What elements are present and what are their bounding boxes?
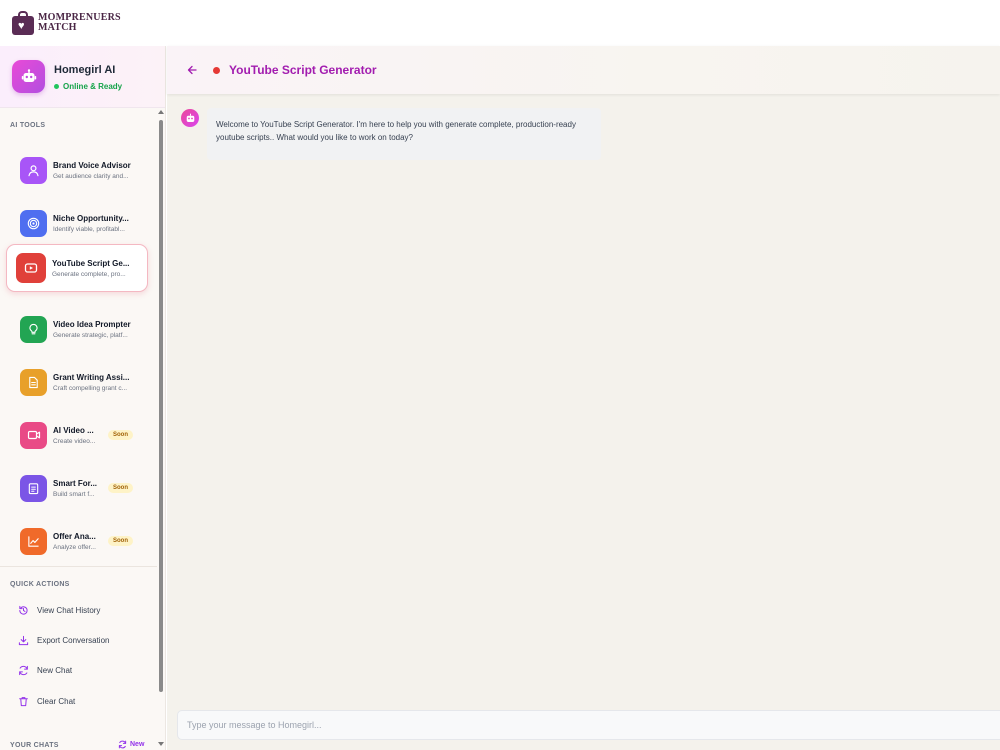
assistant-status: Online & Ready [54, 82, 122, 91]
quick-action-label: New Chat [37, 666, 73, 675]
quick-action-label: Clear Chat [37, 697, 76, 706]
sidebar-tool-item[interactable]: Smart For... Build smart f... Soon [8, 465, 147, 511]
new-chat-link[interactable]: New [118, 740, 144, 749]
quick-action-label: Export Conversation [37, 636, 110, 645]
robot-icon [12, 60, 45, 93]
top-bar: ♥ MOMPRENUERS MATCH [0, 0, 1000, 46]
message-input[interactable] [178, 711, 1000, 739]
tool-text: AI Video ... Create video... [53, 426, 108, 445]
video-icon [20, 421, 47, 449]
soon-badge: Soon [108, 483, 133, 493]
chat-header: YouTube Script Generator [167, 46, 1000, 94]
message-composer [177, 710, 1000, 740]
tool-description: Build smart f... [53, 490, 95, 498]
assistant-header: Homegirl AI Online & Ready [0, 46, 165, 108]
bot-avatar-icon [181, 109, 199, 127]
brand-logo[interactable]: ♥ MOMPRENUERS MATCH [12, 11, 121, 35]
sidebar: Homegirl AI Online & Ready AI TOOLS Bran… [0, 46, 166, 750]
quick-action-label: View Chat History [37, 606, 101, 615]
ai-tools-label: AI TOOLS [10, 122, 46, 129]
tool-title: YouTube Script Ge... [52, 258, 130, 268]
tool-text: Offer Ana... Analyze offer... [53, 532, 108, 551]
scrollbar-thumb[interactable] [159, 120, 163, 692]
scroll-down-icon[interactable] [158, 742, 164, 746]
sidebar-tool-item[interactable]: Niche Opportunity... Identify viable, pro… [8, 200, 147, 246]
tool-description: Craft compelling grant c... [53, 384, 128, 392]
lightbulb-icon [20, 315, 47, 343]
briefcase-heart-icon: ♥ [12, 11, 34, 35]
tool-description: Identify viable, profitabl... [53, 225, 125, 233]
refresh-icon [118, 740, 127, 749]
refresh-icon [18, 665, 29, 676]
assistant-name: Homegirl AI [54, 64, 116, 76]
tool-title: Smart For... [53, 478, 98, 488]
soon-badge: Soon [108, 536, 133, 546]
new-chat-button[interactable]: New Chat [18, 665, 72, 676]
assistant-message: Welcome to YouTube Script Generator. I'm… [207, 108, 601, 160]
scroll-up-icon[interactable] [158, 110, 164, 114]
history-icon [18, 605, 29, 616]
status-dot-icon [213, 66, 220, 74]
tool-text: Grant Writing Assi... Craft compelling gr… [53, 373, 147, 392]
chart-icon [20, 527, 47, 555]
user-icon [20, 156, 47, 184]
brand-name-line2: MATCH [38, 22, 77, 33]
tool-text: Video Idea Prompter Generate strategic, p… [53, 320, 147, 339]
trash-icon [18, 696, 29, 707]
brand-name: MOMPRENUERS MATCH [38, 13, 121, 33]
divider [0, 566, 157, 567]
tool-description: Get audience clarity and... [53, 172, 129, 180]
assistant-status-text: Online & Ready [63, 82, 123, 91]
tool-title: AI Video ... [53, 425, 94, 435]
tool-text: YouTube Script Ge... Generate complete, p… [52, 259, 147, 278]
tool-description: Analyze offer... [53, 543, 96, 551]
tool-description: Create video... [53, 437, 96, 445]
youtube-icon [16, 253, 46, 283]
document-icon [20, 368, 47, 396]
tool-text: Smart For... Build smart f... [53, 479, 108, 498]
new-chat-label: New [130, 741, 145, 748]
target-icon [20, 209, 47, 237]
chat-panel: YouTube Script Generator Welcome to YouT… [167, 46, 1000, 750]
online-dot-icon [54, 84, 59, 89]
tool-title: Video Idea Prompter [53, 319, 131, 329]
sidebar-tool-item[interactable]: Offer Ana... Analyze offer... Soon [8, 518, 147, 564]
tool-text: Niche Opportunity... Identify viable, pro… [53, 214, 147, 233]
tool-title: Niche Opportunity... [53, 213, 129, 223]
view-chat-history-button[interactable]: View Chat History [18, 605, 100, 616]
tool-title: Offer Ana... [53, 531, 96, 541]
sidebar-tool-item[interactable]: YouTube Script Ge... Generate complete, p… [6, 244, 148, 292]
tool-description: Generate complete, pro... [52, 270, 126, 278]
tool-description: Generate strategic, platf... [53, 331, 128, 339]
sidebar-scrollbar[interactable] [157, 108, 165, 750]
back-button[interactable] [185, 63, 199, 77]
clipboard-icon [20, 474, 47, 502]
soon-badge: Soon [108, 430, 133, 440]
clear-chat-button[interactable]: Clear Chat [18, 696, 75, 707]
sidebar-tool-item[interactable]: Brand Voice Advisor Get audience clarity … [8, 147, 147, 193]
your-chats-label: YOUR CHATS [10, 742, 59, 749]
sidebar-tool-item[interactable]: Grant Writing Assi... Craft compelling gr… [8, 359, 147, 405]
arrow-left-icon [187, 65, 197, 75]
sidebar-tool-item[interactable]: AI Video ... Create video... Soon [8, 412, 147, 458]
download-icon [18, 635, 29, 646]
tool-title: Brand Voice Advisor [53, 160, 131, 170]
sidebar-tool-item[interactable]: Video Idea Prompter Generate strategic, p… [8, 306, 147, 352]
quick-actions-label: QUICK ACTIONS [10, 581, 70, 588]
tool-title: Grant Writing Assi... [53, 372, 130, 382]
tool-text: Brand Voice Advisor Get audience clarity … [53, 161, 147, 180]
chat-title: YouTube Script Generator [229, 63, 377, 77]
export-conversation-button[interactable]: Export Conversation [18, 635, 109, 646]
